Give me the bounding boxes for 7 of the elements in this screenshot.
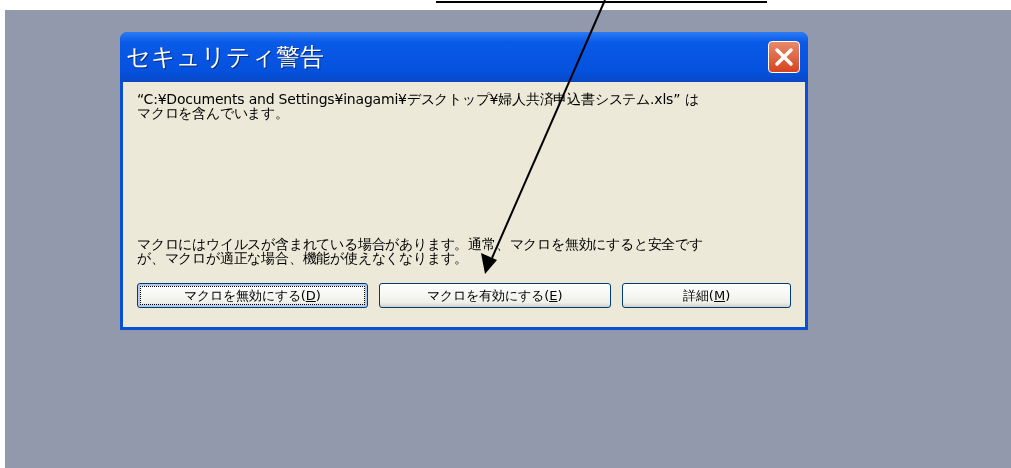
- dialog-button[interactable]: マクロを無効にする(D): [137, 283, 368, 308]
- dialog-button[interactable]: 詳細(M): [622, 283, 791, 308]
- warning-text: マクロにはウイルスが含まれている場合があります。通常、マクロを無効にすると安全です が、マクロが適正な場合、機能が使えなくなります。: [137, 237, 704, 265]
- dialog-button[interactable]: マクロを有効にする(E): [378, 283, 612, 308]
- close-icon: [774, 47, 794, 67]
- close-button[interactable]: [768, 41, 800, 73]
- window-title: セキュリティ警告: [126, 42, 324, 73]
